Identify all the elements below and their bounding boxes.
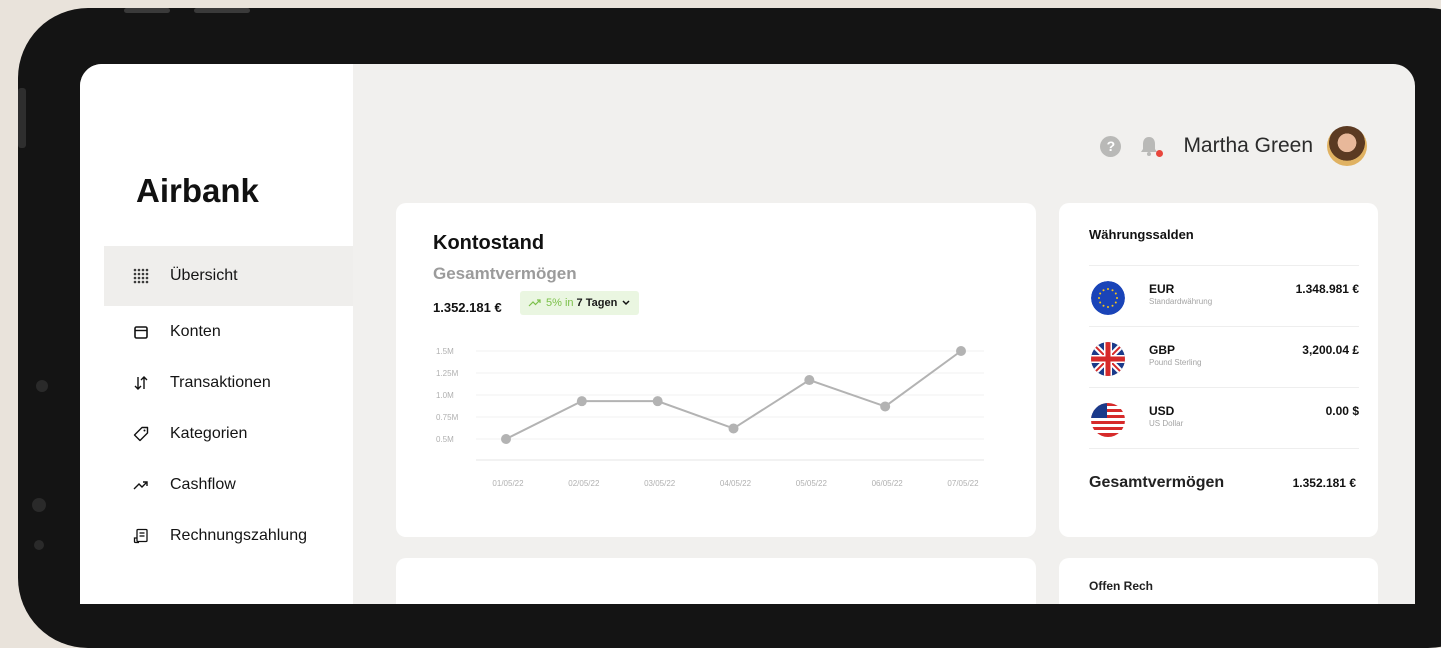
currency-name: Pound Sterling [1149, 358, 1202, 367]
divider [1089, 448, 1359, 449]
y-tick-label: 1.25M [436, 369, 459, 378]
sidebar-item-label: Rechnungszahlung [170, 526, 307, 544]
power-button [194, 8, 250, 13]
currency-code: GBP [1149, 343, 1176, 357]
currency-row-eur[interactable]: EUR Standardwährung 1.348.981 € [1089, 265, 1359, 327]
data-point [880, 401, 891, 412]
data-point [652, 396, 663, 407]
notifications-button[interactable] [1139, 135, 1164, 157]
total-value: 1.352.181 € [1292, 476, 1356, 490]
data-point [956, 346, 966, 356]
side-button [18, 88, 26, 148]
camera-dot [36, 380, 48, 392]
balance-line-chart: 1.5M 1.25M 1.0M 0.75M 0.5M 01/05/22 02/05/22 03… [436, 346, 984, 488]
currency-name: Standardwährung [1149, 297, 1213, 306]
y-tick-label: 0.75M [436, 413, 459, 422]
data-point [576, 396, 587, 407]
bottom-left-card [396, 558, 1036, 604]
tag-icon [132, 425, 150, 443]
sidebar-item-uebersicht[interactable]: Übersicht [104, 246, 353, 306]
currency-code: USD [1149, 404, 1175, 418]
sidebar-nav: Übersicht Konten Transaktionen Kategorie… [104, 246, 353, 561]
currency-amount: 0.00 $ [1325, 404, 1359, 418]
camera-dot [32, 498, 46, 512]
y-tick-label: 0.5M [436, 435, 454, 444]
y-tick-label: 1.0M [436, 391, 454, 400]
currency-row-usd[interactable]: USD US Dollar 0.00 $ [1089, 387, 1359, 449]
y-tick-label: 1.5M [436, 347, 454, 356]
card-title: Offen Rech [1089, 579, 1154, 593]
eu-flag-icon [1091, 281, 1125, 315]
volume-button [124, 8, 170, 13]
x-tick-label: 07/05/22 [947, 479, 979, 488]
receipt-icon [132, 527, 150, 545]
wallet-icon [132, 323, 150, 341]
sidebar-item-kategorien[interactable]: Kategorien [104, 408, 353, 459]
notification-dot [1156, 150, 1164, 157]
x-tick-label: 06/05/22 [872, 479, 904, 488]
currency-row-gbp[interactable]: GBP Pound Sterling 3,200.04 £ [1089, 326, 1359, 388]
sidebar-item-cashflow[interactable]: Cashflow [104, 459, 353, 510]
data-point [804, 375, 815, 386]
uk-flag-icon [1091, 342, 1125, 376]
header-user-area: ? Martha Green [1100, 126, 1367, 166]
x-tick-label: 02/05/22 [568, 479, 600, 488]
sidebar-item-label: Kategorien [170, 424, 248, 442]
x-tick-label: 05/05/22 [796, 479, 828, 488]
currency-code: EUR [1149, 282, 1175, 296]
sidebar-item-transaktionen[interactable]: Transaktionen [104, 357, 353, 408]
data-point [501, 434, 511, 444]
avatar[interactable] [1327, 126, 1367, 166]
grid-dots-icon [132, 267, 150, 285]
help-icon[interactable]: ? [1100, 135, 1122, 157]
data-point [728, 423, 739, 434]
sidebar: Airbank Übersicht Konten Transaktionen K… [80, 64, 353, 604]
arrows-updown-icon [132, 374, 150, 392]
user-name[interactable]: Martha Green [1183, 134, 1313, 158]
currency-amount: 1.348.981 € [1295, 282, 1359, 296]
currency-card: Währungssalden EUR Standardwährung 1.348… [1059, 203, 1378, 537]
sidebar-item-label: Cashflow [170, 475, 236, 493]
total-label: Gesamtvermögen [1089, 474, 1225, 491]
trend-icon [132, 476, 150, 494]
tablet-frame: Airbank Übersicht Konten Transaktionen K… [18, 8, 1441, 648]
x-tick-label: 04/05/22 [720, 479, 752, 488]
balance-card: Kontostand Gesamtvermögen 1.352.181 € 5%… [396, 203, 1036, 537]
sidebar-item-rechnungszahlung[interactable]: Rechnungszahlung [104, 510, 353, 561]
sidebar-item-label: Konten [170, 322, 221, 340]
app-logo: Airbank [136, 172, 259, 209]
sidebar-item-konten[interactable]: Konten [104, 306, 353, 357]
app-screen: Airbank Übersicht Konten Transaktionen K… [80, 64, 1415, 604]
camera-dot [34, 540, 44, 550]
bottom-right-card: Offen Rech [1059, 558, 1378, 604]
us-flag-icon [1091, 403, 1125, 437]
sidebar-item-label: Übersicht [170, 267, 238, 284]
x-tick-label: 01/05/22 [492, 479, 524, 488]
currency-amount: 3,200.04 £ [1302, 343, 1359, 357]
currency-name: US Dollar [1149, 419, 1184, 428]
x-tick-label: 03/05/22 [644, 479, 676, 488]
card-title: Währungssalden [1089, 227, 1194, 242]
sidebar-item-label: Transaktionen [170, 373, 271, 391]
